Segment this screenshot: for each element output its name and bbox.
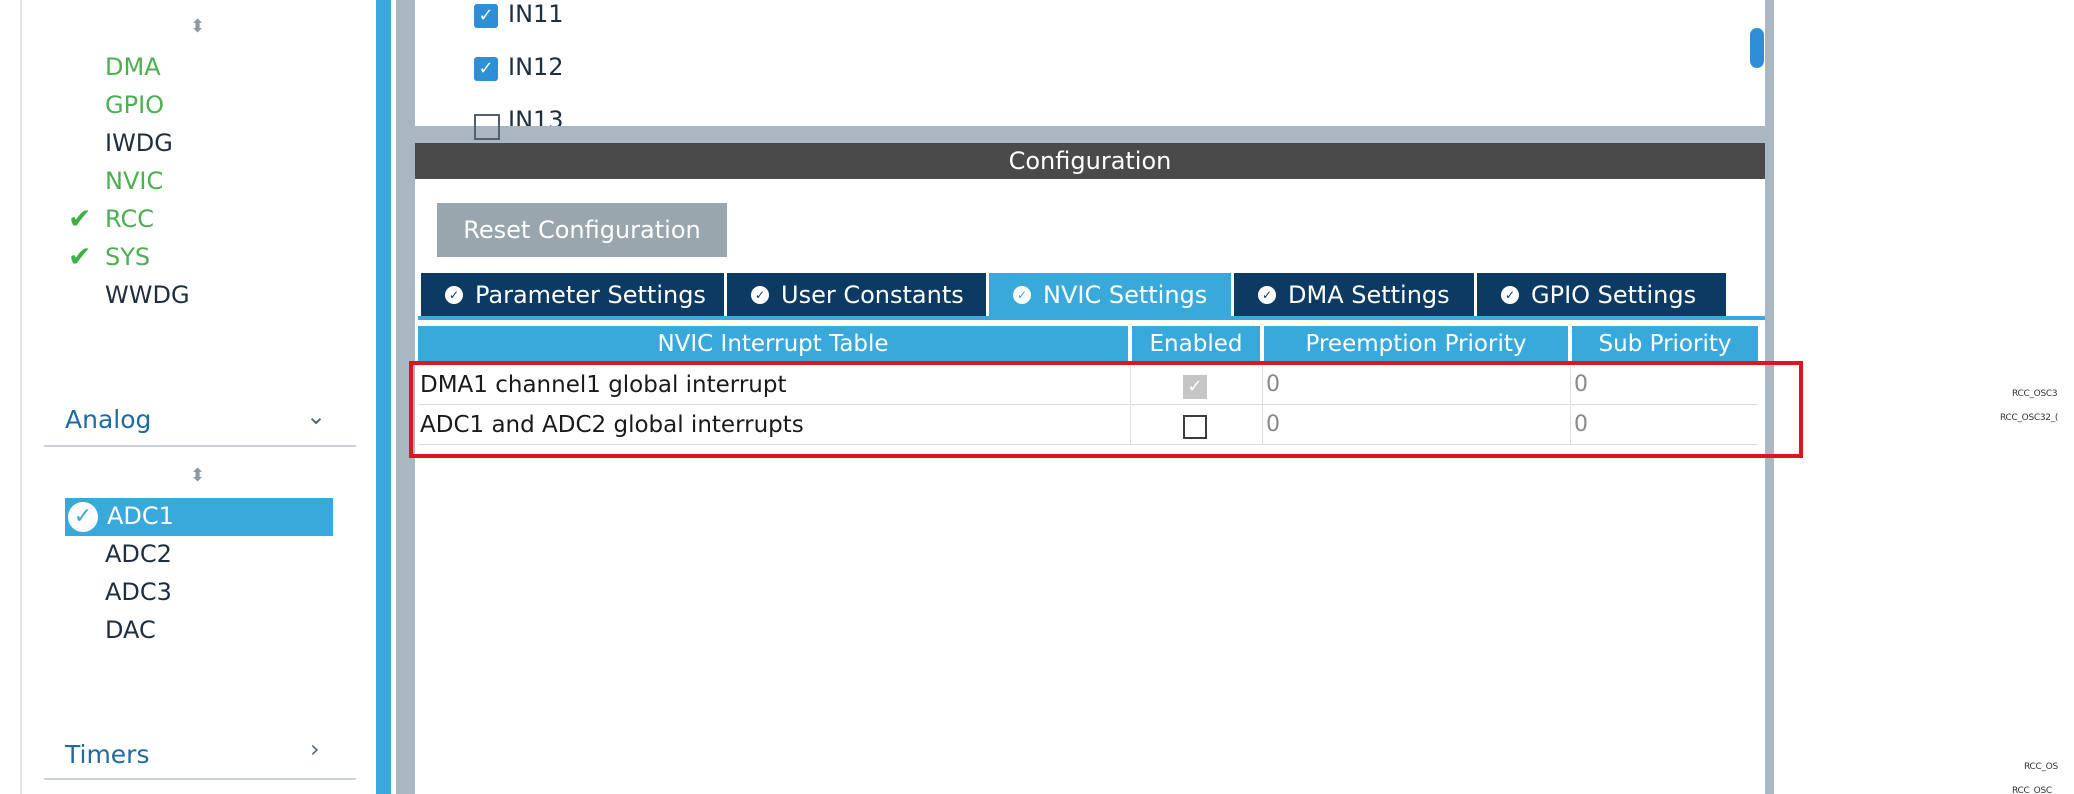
category-item-label: ADC1 — [107, 502, 174, 530]
pin-label: RCC_OSC32_( — [2000, 413, 2059, 423]
sort-icon[interactable]: ⬍ — [190, 16, 205, 37]
section-analog[interactable]: Analog — [65, 405, 151, 434]
tab-gpio-settings[interactable]: ✓ GPIO Settings — [1477, 273, 1726, 317]
section-timers[interactable]: Timers — [65, 740, 150, 769]
chevron-down-icon[interactable]: ⌄ — [306, 402, 326, 430]
check-icon: ✔ — [68, 240, 92, 273]
column-header-interrupt[interactable]: NVIC Interrupt Table — [418, 326, 1128, 362]
category-item-dma[interactable]: DMA — [105, 53, 161, 81]
tab-nvic-settings[interactable]: ✓ NVIC Settings — [989, 273, 1231, 317]
category-item-dac[interactable]: DAC — [105, 616, 156, 644]
tab-user-constants[interactable]: ✓ User Constants — [727, 273, 986, 317]
configuration-header: Configuration — [415, 143, 1765, 179]
tab-label: NVIC Settings — [1043, 281, 1208, 309]
check-circle-icon: ✓ — [751, 286, 769, 304]
highlight-annotation — [409, 361, 1803, 458]
channel-label-in12: IN12 — [508, 53, 564, 81]
tab-label: GPIO Settings — [1531, 281, 1697, 309]
category-item-nvic[interactable]: NVIC — [105, 167, 163, 195]
checkbox-in12[interactable]: ✓ — [474, 57, 498, 81]
pin-label: RCC_OSC3 — [2012, 389, 2058, 399]
tab-dma-settings[interactable]: ✓ DMA Settings — [1234, 273, 1474, 317]
reset-configuration-button[interactable]: Reset Configuration — [437, 203, 727, 257]
tab-underline — [418, 316, 1765, 320]
check-circle-icon: ✓ — [1258, 286, 1276, 304]
channel-label-in11: IN11 — [508, 0, 564, 28]
channel-label-in13: IN13 — [508, 106, 564, 126]
panel-border — [20, 0, 22, 794]
check-circle-icon: ✓ — [1013, 286, 1031, 304]
configuration-body — [415, 179, 1765, 794]
chevron-right-icon[interactable]: › — [310, 735, 320, 763]
check-circle-icon: ✓ — [445, 286, 463, 304]
category-item-wwdg[interactable]: WWDG — [105, 281, 190, 309]
category-item-iwdg[interactable]: IWDG — [105, 129, 173, 157]
tab-label: Parameter Settings — [475, 281, 706, 309]
tab-label: User Constants — [781, 281, 964, 309]
divider — [44, 778, 356, 780]
column-header-preemption[interactable]: Preemption Priority — [1264, 326, 1568, 362]
pin-label: RCC_OSC_ — [2012, 786, 2057, 794]
column-header-sub-priority[interactable]: Sub Priority — [1572, 326, 1758, 362]
category-panel — [0, 0, 378, 794]
scrollbar-thumb[interactable] — [1750, 28, 1764, 68]
checkbox-in13[interactable] — [474, 114, 500, 140]
category-item-adc1[interactable] — [65, 498, 333, 536]
check-circle-icon: ✓ — [68, 502, 98, 532]
category-item-gpio[interactable]: GPIO — [105, 91, 164, 119]
category-item-sys[interactable]: SYS — [105, 243, 150, 271]
tab-label: DMA Settings — [1288, 281, 1450, 309]
check-circle-icon: ✓ — [1501, 286, 1519, 304]
pin-label: RCC_OS — [2024, 762, 2058, 772]
sort-icon[interactable]: ⬍ — [190, 465, 205, 486]
checkbox-in11[interactable]: ✓ — [474, 4, 498, 28]
category-item-adc3[interactable]: ADC3 — [105, 578, 172, 606]
category-item-rcc[interactable]: RCC — [105, 205, 154, 233]
panel-divider[interactable] — [376, 0, 391, 794]
divider — [44, 445, 356, 447]
check-icon: ✔ — [68, 202, 92, 235]
tab-parameter-settings[interactable]: ✓ Parameter Settings — [421, 273, 724, 317]
column-header-enabled[interactable]: Enabled — [1132, 326, 1260, 362]
channel-list — [415, 0, 1765, 126]
category-item-adc2[interactable]: ADC2 — [105, 540, 172, 568]
